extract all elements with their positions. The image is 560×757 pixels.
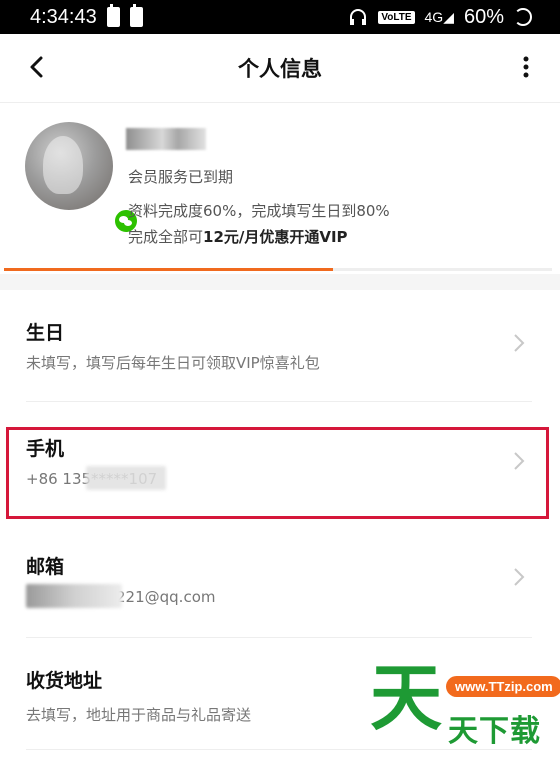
redaction-blur xyxy=(26,584,122,608)
avatar[interactable] xyxy=(25,122,139,234)
page-title: 个人信息 xyxy=(238,57,322,81)
row-birthday[interactable]: 生日 未填写，填写后每年生日可领取VIP惊喜礼包 xyxy=(0,290,560,402)
profile-card: 会员服务已到期 资料完成度60%，完成填写生日到80% 完成全部可12元/月优惠… xyxy=(0,104,560,274)
chevron-right-icon xyxy=(514,334,525,352)
address-hint: 去填写，地址用于商品与礼品寄送 xyxy=(26,706,252,724)
highlight-box xyxy=(6,427,549,519)
completion-progress-fill xyxy=(4,268,333,271)
email-label: 邮箱 xyxy=(26,556,65,578)
signal-label: 4G xyxy=(424,8,444,25)
section-gap xyxy=(0,274,560,290)
battery-percent: 60% xyxy=(463,5,504,28)
address-label: 收货地址 xyxy=(26,670,103,692)
vip-promo-highlight: 12元/月优惠开通VIP xyxy=(203,228,348,246)
more-menu-button[interactable] xyxy=(516,52,536,82)
watermark-logo: 天 www.TTzip.com 天下载 xyxy=(368,662,560,749)
loading-ring-icon xyxy=(514,8,532,26)
signal-icon: 4G◢ xyxy=(424,8,454,25)
vip-promo-prefix: 完成全部可 xyxy=(128,228,204,246)
completion-progress-bar xyxy=(4,268,552,271)
birthday-label: 生日 xyxy=(26,322,65,344)
status-bar: 4:34:43 VoLTE 4G◢ 60% xyxy=(0,0,560,34)
watermark-text: 天下载 xyxy=(448,714,541,749)
top-bar: 个人信息 xyxy=(0,34,560,103)
sim-icon xyxy=(129,4,143,27)
back-button[interactable] xyxy=(22,52,52,82)
status-time: 4:34:43 xyxy=(30,5,97,28)
birthday-hint: 未填写，填写后每年生日可领取VIP惊喜礼包 xyxy=(26,354,320,372)
battery-charging-icon xyxy=(106,4,120,27)
chevron-right-icon xyxy=(514,568,525,586)
completion-text: 资料完成度60%，完成填写生日到80% xyxy=(128,202,390,220)
email-address: 221@qq.com xyxy=(116,588,216,606)
headphones-icon xyxy=(350,9,367,25)
volte-badge: VoLTE xyxy=(378,10,415,24)
watermark-url: www.TTzip.com xyxy=(446,676,560,697)
watermark-big-char: 天 xyxy=(370,656,443,740)
vip-promo: 完成全部可12元/月优惠开通VIP xyxy=(128,226,348,247)
avatar-photo xyxy=(43,136,83,194)
row-email[interactable]: 邮箱 221@qq.com xyxy=(0,522,560,638)
username-redacted xyxy=(126,128,206,150)
membership-status: 会员服务已到期 xyxy=(128,168,234,186)
